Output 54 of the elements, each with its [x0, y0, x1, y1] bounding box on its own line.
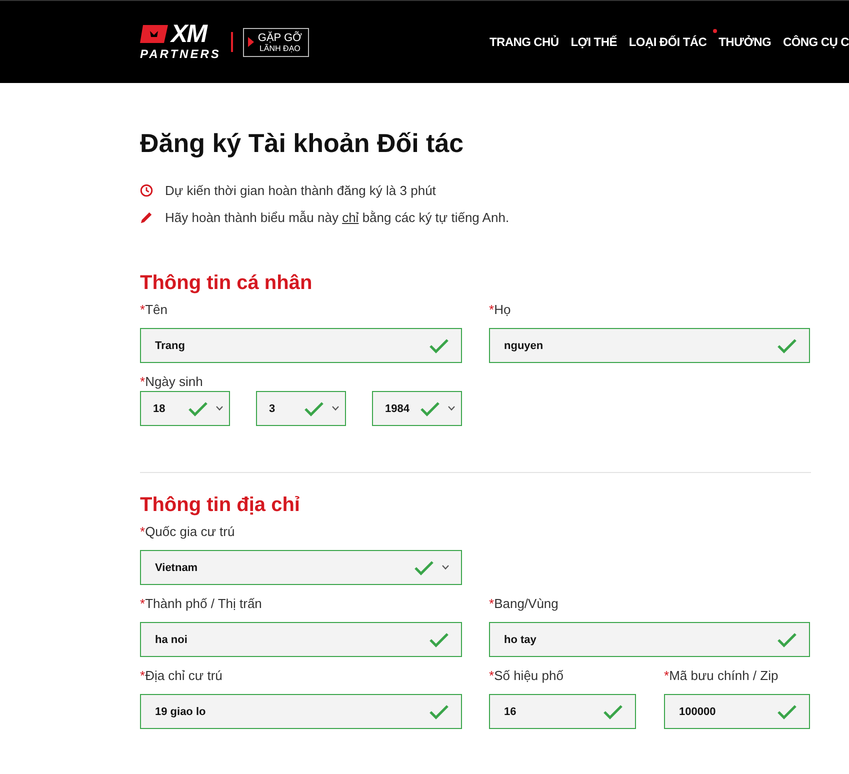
nav-link[interactable]: LOẠI ĐỐI TÁC — [622, 28, 707, 50]
check-icon — [420, 400, 440, 416]
input-field[interactable]: nguyen — [489, 328, 810, 363]
field-label: *Ngày sinh — [140, 374, 203, 389]
field-label: *Mã bưu chính / Zip — [664, 667, 780, 685]
logo-text[interactable]: XM — [171, 23, 206, 45]
clock-icon — [140, 184, 153, 197]
input-field[interactable]: 100000 — [664, 694, 810, 729]
input-field[interactable]: 16 — [489, 694, 636, 729]
logo-subtitle: PARTNERS — [140, 47, 221, 61]
section-heading: Thông tin địa chỉ — [140, 493, 301, 517]
field-label: *Bang/Vùng — [489, 595, 560, 613]
play-icon — [248, 37, 254, 47]
badge-line: LÃNH ĐẠO — [259, 44, 300, 52]
select-field[interactable]: 3 — [256, 391, 346, 426]
note-text: Dự kiến thời gian hoàn thành đăng ký là 3 phút — [165, 183, 436, 198]
input-field[interactable]: 19 giao lo — [140, 694, 462, 729]
caret-icon — [448, 406, 455, 411]
section-heading: Thông tin cá nhân — [140, 271, 314, 295]
check-icon — [777, 704, 797, 720]
nav-link[interactable]: LỢI THẾ — [564, 28, 617, 50]
nav-link[interactable]: CÔNG CỤ C — [777, 28, 849, 50]
input-field[interactable]: ho tay — [489, 622, 810, 657]
check-icon — [304, 400, 324, 416]
check-icon — [429, 338, 449, 354]
flag-icon — [140, 23, 170, 45]
field-label: *Số hiệu phố — [489, 667, 564, 685]
field-label: *Quốc gia cư trú — [140, 523, 236, 541]
input-field[interactable]: ha noi — [140, 622, 462, 657]
page-title: Đăng ký Tài khoản Đối tác — [140, 127, 465, 159]
field-label: *Họ — [489, 301, 512, 319]
caret-icon — [216, 406, 223, 411]
check-icon — [414, 560, 434, 576]
check-icon — [188, 400, 208, 416]
select-field[interactable]: 18 — [140, 391, 230, 426]
nav-link[interactable]: TRANG CHỦ — [483, 28, 559, 50]
badge-line: GẶP GỠ — [258, 32, 302, 44]
caret-icon — [332, 406, 339, 411]
nav-link[interactable]: THƯỞNG — [712, 28, 772, 50]
check-icon — [777, 338, 797, 354]
select-field[interactable]: 1984 — [372, 391, 462, 426]
input-field[interactable]: Trang — [140, 328, 462, 363]
pencil-icon — [140, 211, 153, 224]
field-label: *Địa chỉ cư trú — [140, 667, 224, 685]
check-icon — [429, 632, 449, 648]
select-field[interactable]: Vietnam — [140, 550, 462, 585]
check-icon — [603, 704, 623, 720]
field-label: *Tên — [140, 301, 168, 319]
caret-icon — [442, 565, 449, 570]
field-label: *Thành phố / Thị trấn — [140, 595, 263, 613]
check-icon — [777, 632, 797, 648]
note-text: Hãy hoàn thành biểu mẫu này chỉ bằng các ký tự tiếng Anh. — [165, 210, 510, 225]
check-icon — [429, 704, 449, 720]
leader-badge[interactable]: GẶP GỠ LÃNH ĐẠO — [242, 28, 309, 56]
